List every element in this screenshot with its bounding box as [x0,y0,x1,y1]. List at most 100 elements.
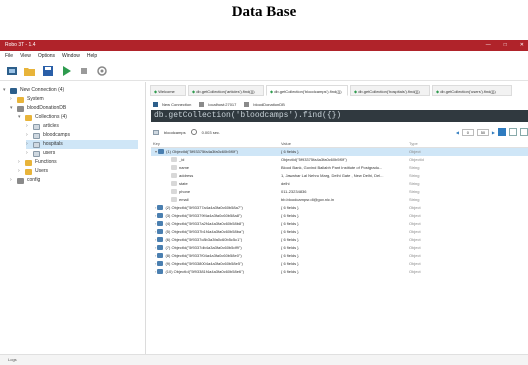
table-row[interactable]: _id ObjectId("5f93375fa4a3fa0c60b5f0f") Ob… [151,156,528,164]
execute-button[interactable] [59,64,72,77]
menu-view[interactable]: View [20,51,31,61]
folder-icon [25,168,32,175]
row-value: { 6 fields } [281,229,299,234]
row-value: { 6 fields } [281,261,299,266]
stop-button[interactable] [77,64,90,77]
field-icon [171,173,177,179]
table-row[interactable]: › (8) ObjectId("5f9337f04a4a3fa0c60b58e0… [151,252,528,260]
page-from-input[interactable]: 0 [461,128,474,136]
database-icon [17,177,24,184]
query-editor[interactable]: db.getCollection('bloodcamps').find({}) [151,110,528,122]
open-button[interactable] [23,64,36,77]
collection-icon [33,123,40,130]
table-row[interactable]: › (7) ObjectId("5f9337db4a3a3fa0c60b5df9… [151,244,528,252]
document-icon [157,237,164,243]
play-icon [62,65,71,76]
row-type: Object [409,221,421,226]
menu-window[interactable]: Window [62,51,80,61]
row-value: Blood Bank, Govind Ballabh Pant Institut… [281,165,383,170]
row-key-label: (10) ObjectId("5f93381f4a4a3fa0c60b58e6"… [165,269,244,274]
table-row[interactable]: › (6) ObjectId("5f9337c8b3a3fa0c60b5c5c1… [151,236,528,244]
row-key-label: (1) ObjectId("5f93375fa4a3fa0c60b5f0f") [166,149,238,154]
tree-view-button[interactable] [498,128,506,136]
table-row[interactable]: › (4) ObjectId("5f9337a2f4a4a3fa0c60b58b… [151,220,528,228]
table-row[interactable]: ▾ (1) ObjectId("5f93375fa4a3fa0c60b5f0f"… [151,148,528,156]
row-key-label: (6) ObjectId("5f9337c8b3a3fa0c60b5c5c1") [165,237,243,242]
table-row[interactable]: name Blood Bank, Govind Ballabh Pant Inst… [151,164,528,172]
minimize-button[interactable]: — [486,40,491,51]
tab-articles[interactable]: ◆ db.getCollection('articles').find({}) [188,85,264,96]
table-row[interactable]: › (2) ObjectId("5f93377a4a4a3fa0c60b58a7… [151,204,528,212]
settings-button[interactable] [95,64,108,77]
tree-config[interactable]: › config [10,176,40,185]
table-row[interactable]: email bb.bloodcampsr.dl@gov.nic.in String [151,196,528,204]
folder-icon [25,114,32,121]
row-key-label: address [179,173,194,178]
expand-arrow-icon[interactable]: › [26,149,30,158]
row-key-label: (2) ObjectId("5f93377a4a4a3fa0c60b58a7") [165,205,243,210]
expand-arrow-icon[interactable]: › [26,140,30,149]
page-size-input[interactable]: 50 [476,128,489,136]
header-value[interactable]: Value [281,140,401,148]
expand-arrow-icon[interactable]: › [18,158,22,167]
save-button[interactable] [41,64,54,77]
table-row[interactable]: phone 011-23234836 String [151,188,528,196]
table-row[interactable]: state delhi String [151,180,528,188]
table-row[interactable]: › (9) ObjectId("5f9338004a4a3fa0c60b58e5… [151,260,528,268]
tree-system[interactable]: › System [10,95,44,104]
tab-hospitals[interactable]: ◆ db.getCollection('hospitals').find({}) [350,85,430,96]
connect-icon [6,66,17,75]
row-value: { 6 fields } [281,269,299,274]
tab-bar: ◆ Welcome ◆ db.getCollection('articles')… [147,85,528,96]
row-value: { 6 fields } [281,213,299,218]
header-type[interactable]: Type [409,140,469,148]
tree-connection[interactable]: ▾ New Connection (4) [3,86,64,95]
status-bar[interactable]: Logs [0,354,528,365]
expand-arrow-icon[interactable]: › [10,95,14,104]
row-key-label: (8) ObjectId("5f9337f04a4a3fa0c60b58e0") [165,253,242,258]
tree-collections[interactable]: ▾ Collections (4) [18,113,67,122]
menu-file[interactable]: File [5,51,13,61]
connect-button[interactable] [5,64,18,77]
collapse-arrow-icon[interactable]: ▾ [3,86,7,95]
close-button[interactable]: ✕ [520,40,524,51]
figure-caption: Data Base [231,4,297,20]
tree-functions[interactable]: › Functions [18,158,57,167]
table-row[interactable]: › (3) ObjectId("5f93379f4a4a3fa0c60b58a8… [151,212,528,220]
maximize-button[interactable]: □ [504,40,507,51]
tree-users[interactable]: › Users [18,167,48,176]
tree-database[interactable]: ▾ bloodDonationDB [10,104,66,113]
document-icon [157,269,164,275]
expand-arrow-icon[interactable]: › [10,176,14,185]
menu-options[interactable]: Options [38,51,55,61]
next-page-icon[interactable]: ▶ [492,130,495,135]
tab-welcome[interactable]: ◆ Welcome [150,85,186,96]
database-icon [244,101,250,107]
row-key: state [153,180,273,188]
tab-users[interactable]: ◆ db.getCollection('users').find({}) [432,85,512,96]
header-key[interactable]: Key [153,140,273,148]
expand-arrow-icon[interactable]: › [26,131,30,140]
table-row[interactable]: › (5) ObjectId("5f9337b1f4a4a3fa0c60b58b… [151,228,528,236]
collapse-arrow-icon[interactable]: ▾ [18,113,22,122]
table-view-button[interactable] [509,128,517,136]
row-type: String [409,181,420,186]
tree-collection-users[interactable]: › users [26,149,55,158]
connection-host: localhost:27017 [208,101,237,107]
tab-bloodcamps[interactable]: ◆ db.getCollection('bloodcamps').find({}… [266,85,348,96]
menu-help[interactable]: Help [87,51,97,61]
collapse-arrow-icon[interactable]: ▾ [10,104,14,113]
expand-arrow-icon[interactable]: › [26,122,30,131]
tree-collection-articles[interactable]: › articles [26,122,59,131]
field-icon [171,157,177,163]
prev-page-icon[interactable]: ◀ [456,130,459,135]
tree-collection-hospitals[interactable]: › hospitals [26,140,138,149]
expand-arrow-icon[interactable]: › [18,167,22,176]
table-row[interactable]: address 1, Jawahar Lal Nehru Marg, Delhi … [151,172,528,180]
tree-collection-bloodcamps[interactable]: › bloodcamps [26,131,70,140]
text-view-button[interactable] [520,128,528,136]
row-key: › (8) ObjectId("5f9337f04a4a3fa0c60b58e0… [153,252,273,260]
document-icon [157,205,164,211]
row-key: ▾ (1) ObjectId("5f93375fa4a3fa0c60b5f0f"… [153,148,273,156]
table-row[interactable]: › (10) ObjectId("5f93381f4a4a3fa0c60b58e… [151,268,528,276]
